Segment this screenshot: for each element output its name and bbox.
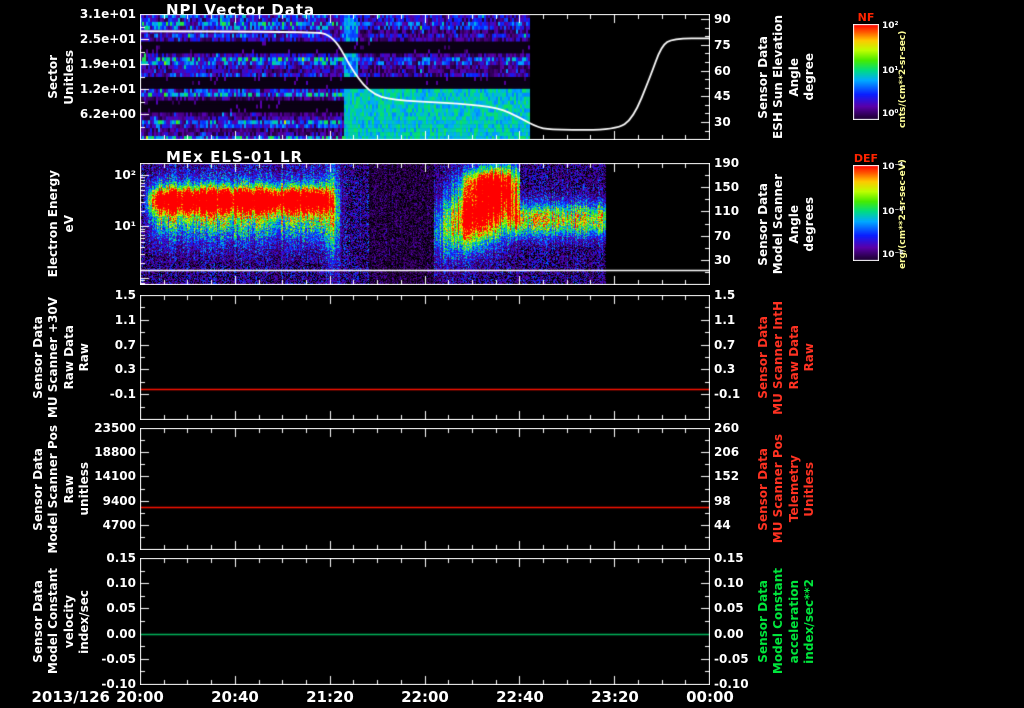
axis-label-line: Sensor Data xyxy=(31,316,46,399)
panel-4-right-axis-label: Sensor Data Model Constant acceleration ind… xyxy=(746,558,826,685)
colorbar-tick-label: 10⁰ xyxy=(882,109,899,120)
x-tick-label: 22:40 xyxy=(496,688,544,706)
nf-colorbar-title: NF xyxy=(857,11,875,24)
axis-label-line: Sensor Data xyxy=(756,447,771,531)
colorbar-tick-label: 10⁻⁸ xyxy=(882,250,904,261)
axis-label-line: unitless xyxy=(76,462,91,516)
axis-label-line: Sensor Data xyxy=(756,580,771,663)
panel-3-left-axis-label: Sensor Data Model Scanner Pos Raw unitless xyxy=(10,425,112,554)
mu-scanner-30v-line-plot xyxy=(140,295,710,420)
axis-label-line: Sensor Data xyxy=(31,447,46,531)
colorbar-tick-label: 10¹ xyxy=(882,66,899,77)
axis-label-line: acceleration xyxy=(786,579,801,664)
x-tick-label: 00:00 xyxy=(686,688,734,706)
axis-label-line: Raw Data xyxy=(61,325,76,390)
axis-label-line: Model Constant xyxy=(46,568,61,675)
colorbar-tick-label: 10⁻⁶ xyxy=(882,207,904,218)
x-tick-label: 21:20 xyxy=(306,688,354,706)
colorbar-tick-label: 10⁻⁴ xyxy=(882,161,904,172)
axis-label-line: degrees xyxy=(801,196,816,252)
axis-label-line: Raw xyxy=(801,343,816,372)
panel-2-right-axis-label: Sensor Data MU Scanner IntH Raw Data Raw xyxy=(746,295,826,420)
els-energy-spectrogram xyxy=(140,163,710,285)
axis-label-line: Sensor Data xyxy=(756,35,771,119)
panel-0-left-axis-label: Sector Unitless xyxy=(10,14,112,140)
axis-label-line: MU Scanner IntH xyxy=(771,300,786,415)
axis-label-line: ESH Sun Elevation xyxy=(771,15,786,139)
x-tick-label: 23:20 xyxy=(591,688,639,706)
multi-panel-time-series-figure: NPI Vector Data MEx ELS-01 LR NF DEF cnt… xyxy=(0,0,1024,708)
model-scanner-pos-line-plot xyxy=(140,428,710,550)
panel-1-left-axis-label: Electron Energy eV xyxy=(10,163,112,285)
axis-label-line: Model Scanner Pos xyxy=(46,424,61,554)
axis-label-line: Raw xyxy=(61,474,76,504)
axis-label-line: Raw xyxy=(76,343,91,372)
axis-label-line: Electron Energy xyxy=(46,170,61,278)
axis-label-line: Raw Data xyxy=(786,325,801,390)
axis-label-line: Unitless xyxy=(61,49,76,105)
axis-label-line: Sensor Data xyxy=(31,580,46,663)
axis-label-line: Sector xyxy=(46,55,61,99)
panel-0-right-axis-label: Sensor Data ESH Sun Elevation Angle degree xyxy=(746,14,826,140)
nf-colorbar-unit-label: cnts/(cm**2-sr-sec) xyxy=(898,30,908,128)
axis-label-line: Model Constant xyxy=(771,568,786,675)
axis-label-line: eV xyxy=(61,215,76,233)
axis-label-line: Model Scanner xyxy=(771,173,786,275)
axis-label-line: Unitless xyxy=(801,461,816,517)
axis-label-line: velocity xyxy=(61,594,76,649)
model-constant-velocity-line-plot xyxy=(140,558,710,685)
x-tick-label: 20:40 xyxy=(211,688,259,706)
axis-label-line: index/sec xyxy=(76,589,91,654)
axis-label-line: Sensor Data xyxy=(756,182,771,266)
panel-2-left-axis-label: Sensor Data MU Scanner +30V Raw Data Raw xyxy=(10,295,112,420)
axis-label-line: Angle xyxy=(786,57,801,97)
x-tick-label: 20:00 xyxy=(116,688,164,706)
axis-label-line: MU Scanner Pos xyxy=(771,434,786,544)
axis-label-line: MU Scanner +30V xyxy=(46,296,61,419)
panel-1-right-axis-label: Sensor Data Model Scanner Angle degrees xyxy=(746,163,826,285)
def-colorbar-title: DEF xyxy=(853,152,879,165)
panel-4-left-axis-label: Sensor Data Model Constant velocity index/s… xyxy=(10,558,112,685)
colorbar-tick-label: 10² xyxy=(882,20,899,31)
axis-label-line: Sensor Data xyxy=(756,316,771,399)
x-tick-label: 22:00 xyxy=(401,688,449,706)
axis-label-line: degree xyxy=(801,53,816,101)
axis-label-line: Telemetry xyxy=(786,455,801,523)
npi-sector-spectrogram xyxy=(140,14,710,140)
def-colorbar xyxy=(853,165,879,261)
axis-label-line: index/sec**2 xyxy=(801,579,816,664)
axis-label-line: Angle xyxy=(786,204,801,244)
panel-3-right-axis-label: Sensor Data MU Scanner Pos Telemetry Unitle… xyxy=(746,428,826,550)
nf-colorbar xyxy=(853,24,879,120)
